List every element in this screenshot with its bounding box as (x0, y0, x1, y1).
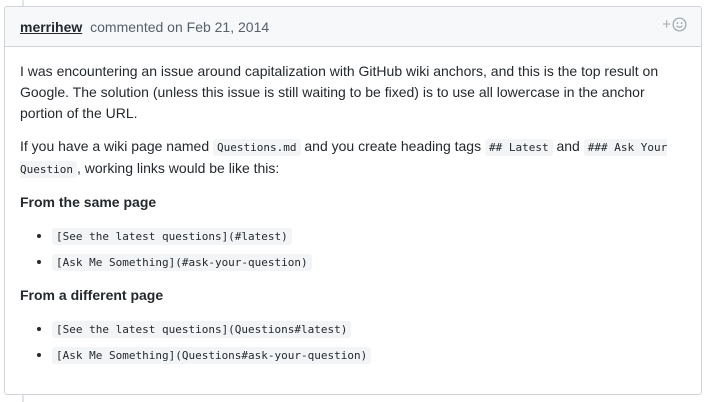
code-heading-latest: ## Latest (484, 139, 553, 156)
example-text-2: and you create heading tags (300, 138, 485, 154)
comment-body: I was encountering an issue around capit… (5, 47, 701, 366)
list-item: [See the latest questions](#latest) (52, 225, 686, 247)
comment-box: merrihew commented on Feb 21, 2014 + I w… (4, 6, 702, 395)
code-link-ask-page: [Ask Me Something](Questions#ask-your-qu… (52, 347, 372, 364)
same-page-list: [See the latest questions](#latest) [Ask… (20, 225, 686, 273)
comment-header: merrihew commented on Feb 21, 2014 + (5, 7, 701, 47)
code-link-latest: [See the latest questions](#latest) (52, 228, 292, 245)
list-item: [Ask Me Something](Questions#ask-your-qu… (52, 344, 686, 366)
example-text-4: , working links would be like this: (76, 160, 280, 176)
author-link[interactable]: merrihew (20, 19, 82, 35)
same-page-heading: From the same page (20, 194, 157, 210)
example-paragraph: If you have a wiki page named Questions.… (20, 136, 686, 180)
example-text-3: and (552, 138, 584, 154)
code-link-ask: [Ask Me Something](#ask-your-question) (52, 254, 312, 271)
list-item: [Ask Me Something](#ask-your-question) (52, 251, 686, 273)
code-link-latest-page: [See the latest questions](Questions#lat… (52, 321, 352, 338)
comment-meta: commented on Feb 21, 2014 (90, 18, 270, 35)
example-text-1: If you have a wiki page named (20, 138, 214, 154)
list-item: [See the latest questions](Questions#lat… (52, 318, 686, 340)
code-page-name: Questions.md (213, 139, 301, 156)
intro-paragraph: I was encountering an issue around capit… (20, 63, 659, 121)
plus-icon: + (662, 16, 671, 33)
comment-header-text: merrihew commented on Feb 21, 2014 (20, 19, 269, 35)
different-page-list: [See the latest questions](Questions#lat… (20, 318, 686, 366)
different-page-heading: From a different page (20, 287, 164, 303)
add-reaction-button[interactable]: + (662, 17, 687, 32)
smiley-icon (672, 17, 687, 32)
